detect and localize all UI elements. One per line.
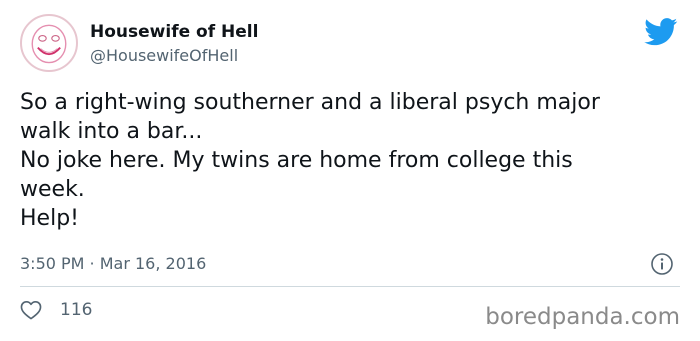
tweet-text-line: So a right-wing southerner and a liberal… [20, 90, 600, 115]
like-button[interactable]: 116 [20, 300, 92, 320]
tweet-timestamp[interactable]: 3:50 PM · Mar 16, 2016 [20, 254, 206, 273]
heart-icon [20, 301, 42, 320]
tweet-text-line: week. [20, 177, 85, 202]
tweet-text-line: walk into a bar... [20, 119, 203, 144]
tweet-text: So a right-wing southerner and a liberal… [20, 88, 680, 233]
avatar[interactable] [20, 14, 78, 72]
info-icon[interactable] [650, 252, 674, 276]
like-count: 116 [60, 300, 93, 320]
source-watermark: boredpanda.com [485, 304, 680, 330]
author-display-name[interactable]: Housewife of Hell [90, 22, 258, 42]
divider [20, 286, 680, 287]
avatar-drawing [31, 24, 67, 64]
author-handle[interactable]: @HousewifeOfHell [90, 46, 238, 65]
tweet-text-line: Help! [20, 206, 79, 231]
tweet-text-line: No joke here. My twins are home from col… [20, 148, 573, 173]
twitter-bird-icon[interactable] [644, 18, 678, 46]
